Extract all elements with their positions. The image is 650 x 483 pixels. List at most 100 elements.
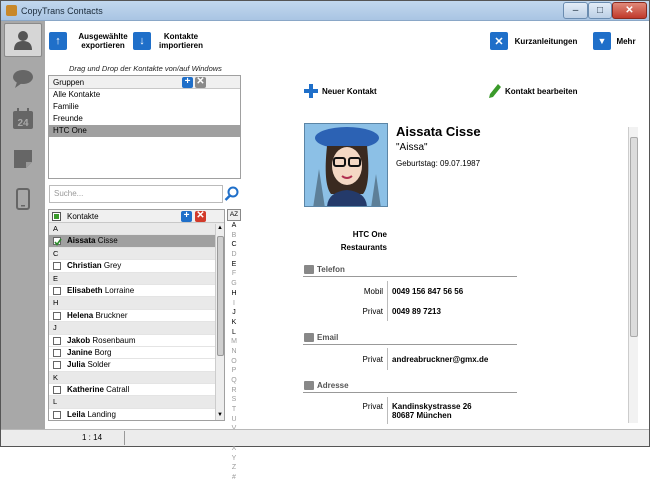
remove-group-button[interactable]: ✕ (195, 77, 206, 88)
alphabet-letter[interactable]: K (227, 318, 241, 328)
import-label: Kontakte importieren (158, 32, 203, 50)
alphabet-letter[interactable]: # (227, 473, 241, 483)
alphabet-letter[interactable]: A (227, 221, 241, 231)
alphabet-letter[interactable]: L (227, 328, 241, 338)
edit-contact-button[interactable]: Kontakt bearbeiten (489, 84, 577, 98)
alphabet-letter[interactable]: M (227, 337, 241, 347)
alphabet-letter[interactable]: E (227, 260, 241, 270)
group-item-all[interactable]: Alle Kontakte (49, 89, 240, 101)
guides-label: Kurzanleitungen (514, 36, 578, 46)
contact-name: Aissata Cisse (396, 124, 481, 139)
email-home-value[interactable]: andreabruckner@gmx.de (392, 355, 488, 364)
alphabet-letter[interactable]: U (227, 415, 241, 425)
address-section-title: Adresse (317, 381, 349, 390)
close-button[interactable]: ✕ (612, 2, 647, 19)
alphabet-letter[interactable]: H (227, 289, 241, 299)
contact-row[interactable]: Elisabeth Lorraine (49, 285, 224, 298)
phone-mobile-value[interactable]: 0049 156 847 56 56 (392, 287, 463, 296)
minimize-button[interactable]: – (563, 2, 588, 19)
sidebar-item-calendar[interactable]: 24 (4, 102, 42, 136)
title-bar[interactable]: CopyTrans Contacts – □ ✕ (1, 1, 649, 21)
contact-checkbox[interactable] (53, 286, 61, 295)
sort-az-button[interactable]: AZ (227, 209, 241, 221)
group-item-friends[interactable]: Freunde (49, 113, 240, 125)
detail-scrollbar[interactable] (628, 127, 638, 423)
scroll-up-arrow[interactable]: ▲ (216, 224, 224, 233)
remove-contact-button[interactable]: ✕ (195, 211, 206, 222)
add-contact-button[interactable]: + (181, 211, 192, 222)
contact-checkbox[interactable] (53, 237, 62, 247)
contact-checkbox[interactable] (53, 361, 61, 370)
note-icon (14, 150, 32, 168)
contact-last-name: Grey (103, 261, 122, 271)
contact-row[interactable]: Julia Solder (49, 359, 224, 372)
alphabet-letter[interactable]: P (227, 366, 241, 376)
contacts-scrollbar[interactable]: ▲ ▼ (215, 224, 224, 420)
sidebar-item-messages[interactable] (4, 62, 42, 96)
alphabet-letter[interactable]: F (227, 269, 241, 279)
alphabet-letter[interactable]: S (227, 395, 241, 405)
letter-divider: E (49, 272, 224, 285)
alphabet-letter[interactable]: Q (227, 376, 241, 386)
alphabet-letter[interactable]: Y (227, 454, 241, 464)
contact-row[interactable]: Katherine Catrall (49, 384, 224, 397)
detail-scroll-thumb[interactable] (630, 137, 638, 337)
contact-checkbox[interactable] (53, 262, 61, 271)
phone-home-value[interactable]: 0049 89 7213 (392, 307, 441, 316)
group-item-htc-one[interactable]: HTC One (49, 125, 240, 137)
group-item-family[interactable]: Familie (49, 101, 240, 113)
contact-row[interactable]: Christian Grey (49, 260, 224, 273)
groups-header: Gruppen + ✕ (49, 76, 240, 89)
alphabet-letter[interactable]: Z (227, 463, 241, 473)
guides-button[interactable]: ✕ Kurzanleitungen (490, 27, 581, 55)
import-button[interactable]: ↓ Kontakte importieren (133, 27, 208, 55)
contact-checkbox[interactable] (53, 386, 61, 395)
alphabet-letter[interactable]: C (227, 240, 241, 250)
contact-checkbox[interactable] (53, 410, 61, 419)
scroll-down-arrow[interactable]: ▼ (216, 411, 224, 420)
contact-row[interactable]: Aissata Cisse (49, 235, 224, 248)
contact-count: 1 : 14 (82, 433, 103, 442)
contact-group-htc-one: HTC One (352, 230, 387, 239)
alphabet-letter[interactable]: G (227, 279, 241, 289)
contacts-scroll-thumb[interactable] (217, 236, 224, 356)
contact-row[interactable]: Helena Bruckner (49, 310, 224, 323)
contact-row[interactable]: Jakob Rosenbaum (49, 335, 224, 347)
search-input[interactable]: Suche... (49, 185, 223, 203)
alphabet-letter[interactable]: T (227, 405, 241, 415)
alphabet-letter[interactable]: I (227, 299, 241, 309)
contact-last-name: Bruckner (95, 310, 128, 320)
contact-row[interactable]: Janine Borg (49, 347, 224, 360)
status-bar: 1 : 14 (1, 429, 649, 446)
contact-first-name: Julia (67, 360, 86, 370)
address-line2[interactable]: 80687 München (392, 411, 452, 420)
search-icon[interactable] (224, 186, 240, 202)
calendar-icon: 24 (13, 108, 33, 129)
alphabet-letter[interactable]: D (227, 250, 241, 260)
contact-checkbox[interactable] (53, 348, 61, 357)
export-button[interactable]: ↑ Ausgewählte exportieren (49, 27, 136, 55)
more-button[interactable]: ▼ Mehr (593, 27, 638, 55)
select-all-checkbox[interactable] (52, 212, 61, 221)
new-contact-button[interactable]: Neuer Kontakt (304, 84, 377, 98)
contact-checkbox[interactable] (53, 336, 61, 345)
address-line1[interactable]: Kandinskystrasse 26 (392, 402, 472, 411)
sidebar-item-contacts[interactable] (4, 23, 42, 57)
phone-home-label: Privat (362, 307, 383, 316)
contact-row[interactable]: Leila Landing (49, 409, 224, 420)
alphabet-letter[interactable]: N (227, 347, 241, 357)
app-logo-icon (6, 5, 17, 16)
maximize-button[interactable]: □ (588, 2, 612, 19)
contacts-header: Kontakte + ✕ (49, 210, 224, 223)
sidebar-item-notes[interactable] (4, 142, 42, 176)
tools-icon: ✕ (490, 32, 508, 50)
toolbar: ↑ Ausgewählte exportieren ↓ Kontakte imp… (45, 21, 649, 59)
add-group-button[interactable]: + (182, 77, 193, 88)
alphabet-letter[interactable]: B (227, 231, 241, 241)
alphabet-letter[interactable]: R (227, 386, 241, 396)
alphabet-letter[interactable]: O (227, 357, 241, 367)
letter-divider: C (49, 247, 224, 261)
sidebar-item-device[interactable] (4, 182, 42, 216)
contact-checkbox[interactable] (53, 311, 61, 320)
alphabet-letter[interactable]: J (227, 308, 241, 318)
